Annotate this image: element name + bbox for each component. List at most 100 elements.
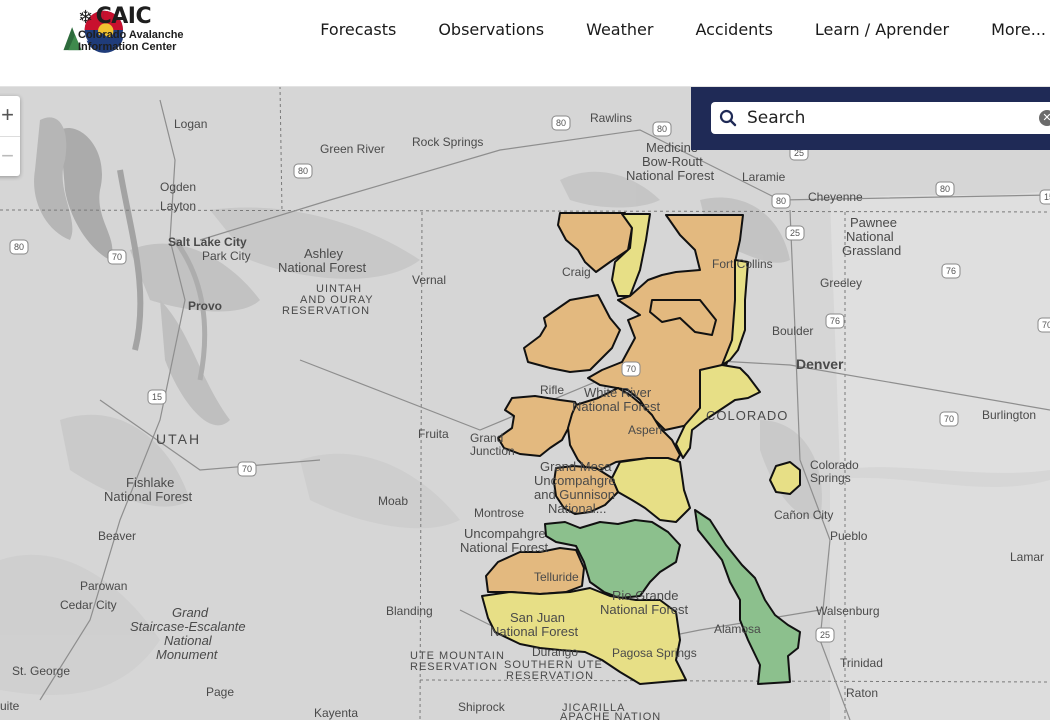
- label-boulder: Boulder: [772, 324, 813, 338]
- clear-icon[interactable]: ✕: [1039, 110, 1050, 126]
- brand[interactable]: ❄ CAIC Colorado Avalanche Information Cen…: [78, 6, 184, 53]
- label-grand: Grand: [470, 431, 503, 445]
- label-page: Page: [206, 685, 234, 699]
- svg-text:70: 70: [242, 464, 252, 474]
- label-staircase: Staircase-Escalante: [130, 619, 246, 634]
- nav-accidents[interactable]: Accidents: [695, 20, 772, 39]
- label-reservation-1: RESERVATION: [282, 305, 370, 317]
- label-reservation-2: RESERVATION: [410, 661, 498, 673]
- label-durango: Durango: [532, 645, 578, 659]
- shield-i70-2: 70: [939, 411, 959, 427]
- label-fishlake: Fishlake: [126, 475, 174, 490]
- svg-text:76: 76: [830, 316, 840, 326]
- label-reservation-3: RESERVATION: [506, 670, 594, 682]
- svg-text:70: 70: [1042, 320, 1050, 330]
- label-bow-routt: Bow-Routt: [642, 154, 703, 169]
- label-pagosa-springs: Pagosa Springs: [612, 646, 697, 660]
- label-aspen: Aspen: [628, 423, 662, 437]
- label-beaver: Beaver: [98, 529, 136, 543]
- label-apache-nation: APACHE NATION: [560, 711, 661, 720]
- shield-i80-6: 80: [9, 239, 29, 255]
- label-alamosa: Alamosa: [714, 622, 761, 636]
- label-and-gunnison: and Gunnison: [534, 487, 615, 502]
- shield-i25-1: 25: [785, 225, 805, 241]
- label-craig: Craig: [562, 265, 591, 279]
- shield-i15-1: 15: [147, 389, 167, 405]
- label-canon-city: Cañon City: [774, 508, 833, 522]
- label-shiprock: Shiprock: [458, 700, 506, 714]
- zone-sangre-de-cristo[interactable]: [694, 509, 801, 685]
- brand-line-2: Information Center: [78, 41, 177, 53]
- label-san-juan-nf: National Forest: [490, 624, 579, 639]
- label-pueblo: Pueblo: [830, 529, 868, 543]
- label-lamar: Lamar: [1010, 550, 1044, 564]
- shield-i80-1: 80: [551, 115, 571, 131]
- label-vernal: Vernal: [412, 273, 446, 287]
- label-laramie: Laramie: [742, 170, 786, 184]
- zoom-in-button[interactable]: +: [0, 96, 20, 136]
- zoom-out-button[interactable]: −: [0, 136, 20, 177]
- label-rio-grande: Rio Grande: [612, 588, 678, 603]
- search-box[interactable]: Search ✕: [711, 102, 1050, 134]
- label-grassland: Grassland: [842, 243, 901, 258]
- zoom-controls: + −: [0, 96, 20, 176]
- search-panel: Search ✕: [691, 86, 1050, 150]
- shield-i15-2: 15: [1039, 189, 1050, 205]
- zone-gunnison[interactable]: [611, 457, 691, 523]
- label-ashley-nf: National Forest: [278, 260, 367, 275]
- shield-i80-2: 80: [652, 121, 672, 137]
- label-kayenta: Kayenta: [314, 706, 358, 720]
- label-montrose: Montrose: [474, 506, 524, 520]
- svg-text:80: 80: [14, 242, 24, 252]
- label-logan: Logan: [174, 117, 207, 131]
- label-fruita: Fruita: [418, 427, 449, 441]
- label-walsenburg: Walsenburg: [816, 604, 880, 618]
- label-rio-grande-nf: National Forest: [600, 602, 689, 617]
- label-pawnee: Pawnee: [850, 215, 897, 230]
- label-telluride: Telluride: [534, 570, 579, 584]
- svg-text:70: 70: [112, 252, 122, 262]
- label-trinidad: Trinidad: [840, 656, 883, 670]
- zone-northwest[interactable]: [523, 294, 621, 373]
- svg-text:70: 70: [626, 364, 636, 374]
- shield-i70-3: 70: [237, 461, 257, 477]
- nav-observations[interactable]: Observations: [438, 20, 544, 39]
- shield-i70-5: 70: [1037, 317, 1050, 333]
- shield-i76-2: 76: [825, 313, 845, 329]
- label-fishlake-nf: National Forest: [104, 489, 193, 504]
- nav-weather[interactable]: Weather: [586, 20, 653, 39]
- search-input[interactable]: Search: [747, 102, 1037, 134]
- label-utah: UTAH: [156, 431, 201, 447]
- nav-learn[interactable]: Learn / Aprender: [815, 20, 949, 39]
- label-uncompahgre-2: Uncompahgre: [464, 526, 546, 541]
- svg-text:80: 80: [657, 124, 667, 134]
- snowflake-icon: ❄: [78, 7, 93, 28]
- svg-text:70: 70: [944, 414, 954, 424]
- label-st-george: St. George: [12, 664, 70, 678]
- shield-i25-3: 25: [815, 627, 835, 643]
- nav-forecasts[interactable]: Forecasts: [320, 20, 396, 39]
- label-uncompahgre-1: Uncompahgre: [534, 473, 616, 488]
- shield-i70-4: 70: [107, 249, 127, 265]
- map-canvas[interactable]: Logan Ogden Layton Salt Lake City Park C…: [0, 86, 1050, 720]
- forecast-map[interactable]: Logan Ogden Layton Salt Lake City Park C…: [0, 86, 1050, 720]
- svg-text:80: 80: [556, 118, 566, 128]
- svg-text:15: 15: [1044, 192, 1050, 202]
- label-colorado-springs-1: Colorado: [810, 458, 859, 472]
- label-cedar-city: Cedar City: [60, 598, 117, 612]
- label-ashley: Ashley: [304, 246, 344, 261]
- brand-line-1: Colorado Avalanche: [78, 29, 184, 41]
- label-raton: Raton: [846, 686, 878, 700]
- main-nav: Forecasts Observations Weather Accidents…: [278, 0, 1046, 58]
- label-green-river: Green River: [320, 142, 385, 156]
- svg-text:15: 15: [152, 392, 162, 402]
- label-colorado-springs-2: Springs: [810, 471, 851, 485]
- label-provo: Provo: [188, 299, 222, 313]
- shield-i70-1: 70: [621, 361, 641, 377]
- label-burlington: Burlington: [982, 408, 1036, 422]
- svg-text:80: 80: [940, 184, 950, 194]
- nav-more[interactable]: More...: [991, 20, 1046, 39]
- label-rifle: Rifle: [540, 383, 564, 397]
- label-monument: Monument: [156, 647, 219, 662]
- label-uite: uite: [0, 699, 20, 713]
